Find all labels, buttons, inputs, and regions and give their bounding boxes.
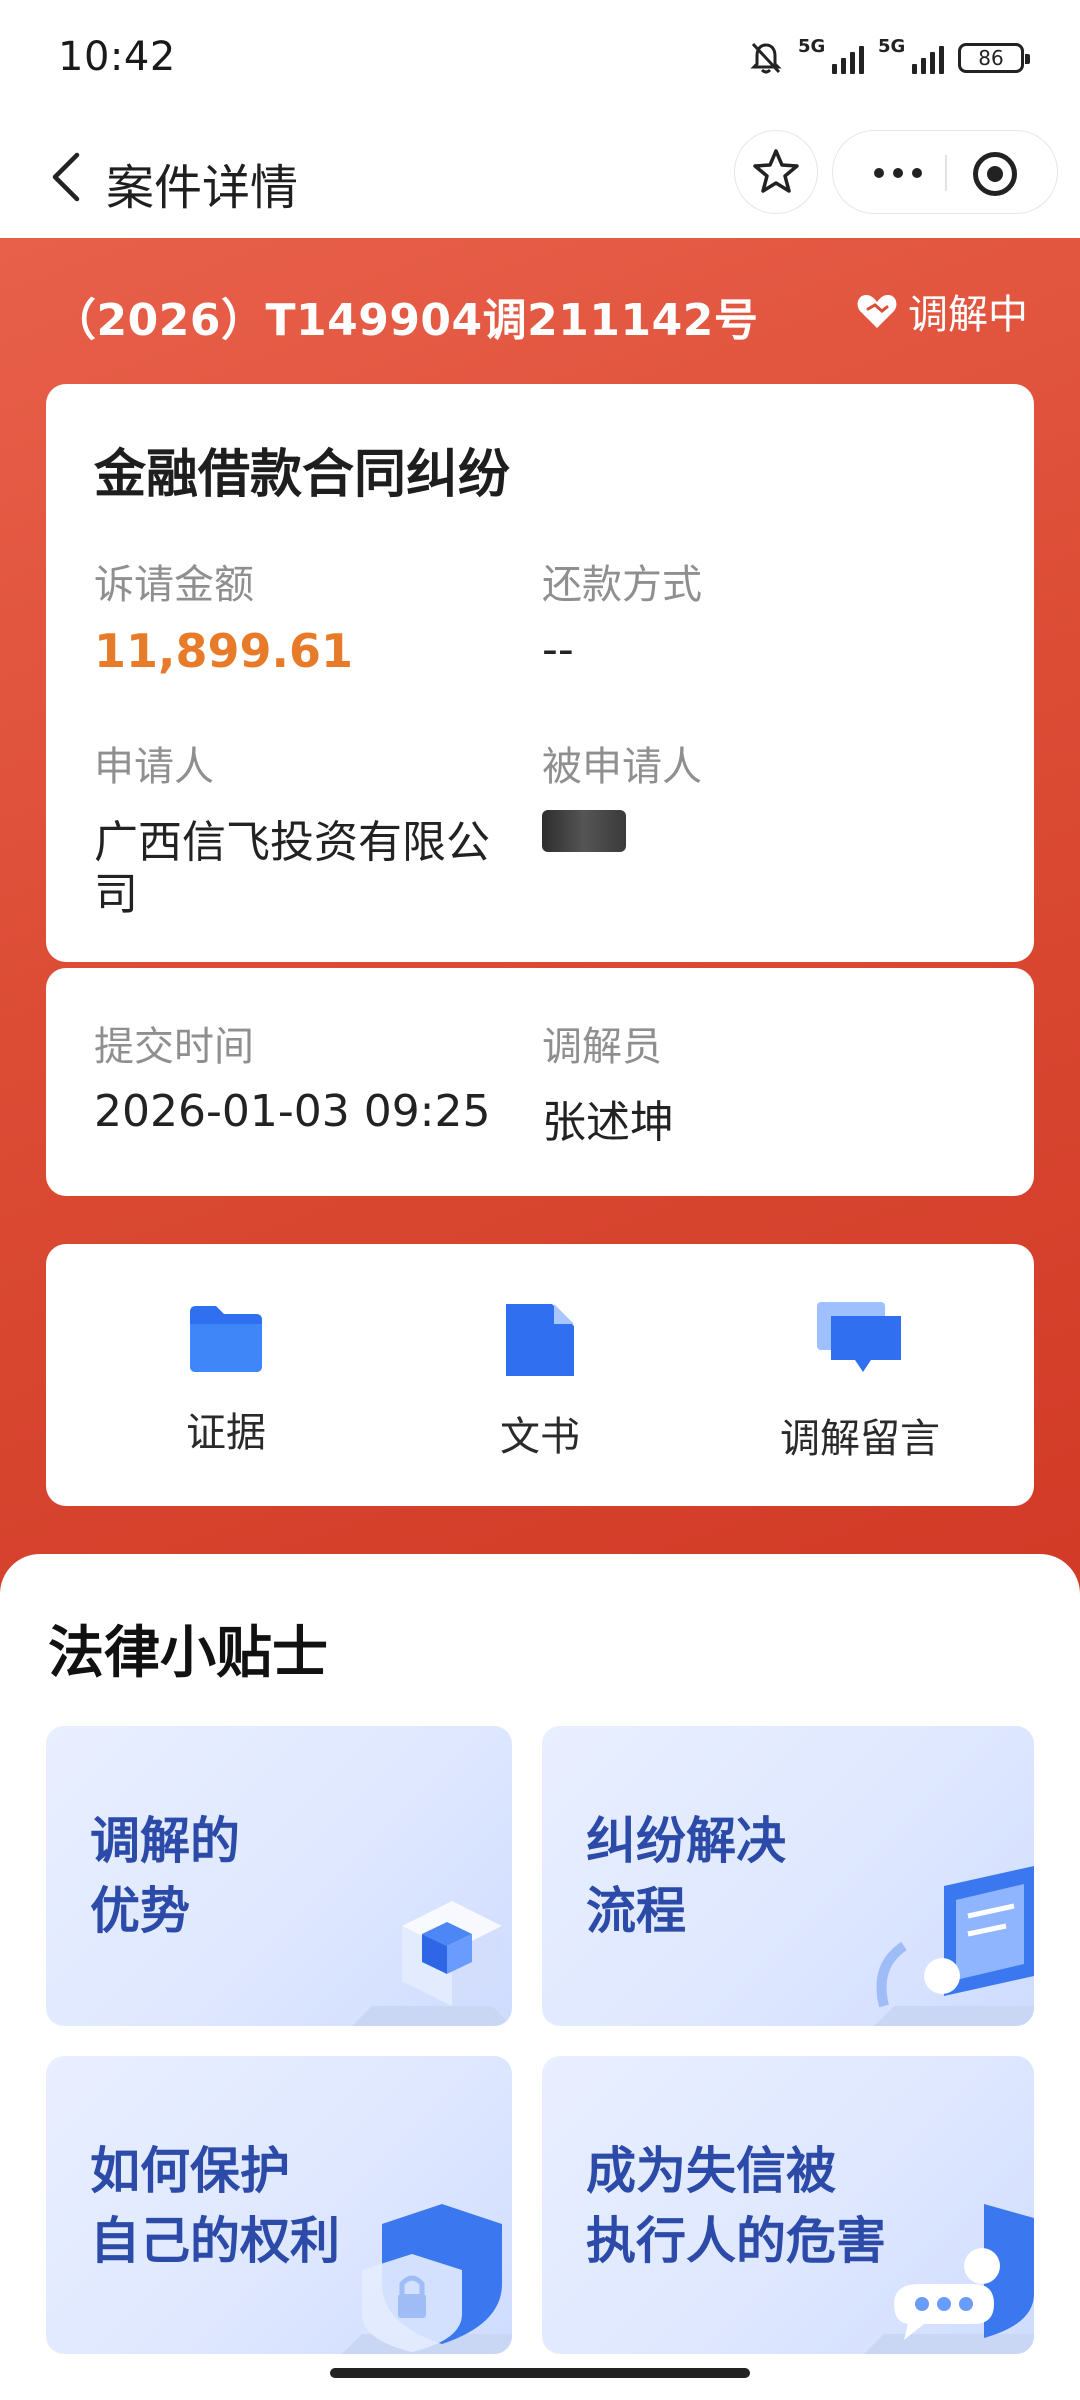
repayment-label: 还款方式 <box>542 562 702 608</box>
documents-label: 文书 <box>500 1414 580 1460</box>
star-icon <box>753 149 799 193</box>
case-title: 金融借款合同纠纷 <box>94 445 511 505</box>
applicant-label: 申请人 <box>94 744 214 790</box>
tip-2-line1: 纠纷解决 <box>586 1811 786 1870</box>
shield-chat-illustration-icon <box>864 2204 1034 2354</box>
home-indicator[interactable] <box>330 2368 750 2378</box>
respondent-redacted <box>542 810 626 852</box>
submit-time-label: 提交时间 <box>94 1024 254 1070</box>
status-icons: 5G 5G 86 <box>748 36 1030 80</box>
repayment-value: -- <box>542 624 574 675</box>
mediator-value: 张述坤 <box>542 1097 674 1148</box>
message-icon <box>817 1302 901 1372</box>
back-button[interactable] <box>32 142 102 212</box>
tip-4-line2: 执行人的危害 <box>586 2211 886 2270</box>
mute-bell-icon <box>750 42 782 74</box>
actions-card: 证据 文书 调解留言 <box>46 1244 1034 1506</box>
signal-2-icon: 5G <box>878 36 944 74</box>
submission-card: 提交时间 2026-01-03 09:25 调解员 张述坤 <box>46 968 1034 1196</box>
respondent-label: 被申请人 <box>542 744 702 790</box>
signal-1-icon: 5G <box>798 36 864 74</box>
tip-1-line1: 调解的 <box>90 1811 240 1870</box>
target-icon[interactable] <box>973 152 1017 196</box>
legal-tips-section: 法律小贴士 调解的 优势 纠纷解决 流程 如何保护 自己的权利 成为失信被 执行… <box>0 1554 1080 2400</box>
battery-level: 86 <box>978 46 1004 70</box>
page-title: 案件详情 <box>106 160 299 216</box>
tip-1-line2: 优势 <box>90 1881 190 1940</box>
capsule-divider <box>945 155 947 191</box>
status-text: 调解中 <box>908 292 1028 338</box>
tip-2-line2: 流程 <box>586 1881 686 1940</box>
tip-card-dishonest-harm[interactable]: 成为失信被 执行人的危害 <box>542 2056 1034 2354</box>
submit-time-value: 2026-01-03 09:25 <box>94 1086 491 1137</box>
case-number: （2026）T149904调211142号 <box>52 295 759 346</box>
claim-amount-value: 11,899.61 <box>94 624 353 678</box>
case-header: （2026）T149904调211142号 调解中 金融借款合同纠纷 诉请金额 … <box>0 238 1080 1618</box>
cube-illustration-icon <box>352 1901 512 2026</box>
tip-3-line1: 如何保护 <box>90 2141 290 2200</box>
document-icon <box>506 1304 574 1376</box>
mini-program-capsule <box>832 130 1058 214</box>
claim-amount-label: 诉请金额 <box>94 562 254 608</box>
nav-bar: 案件详情 <box>0 118 1080 238</box>
heart-handshake-icon <box>857 295 897 328</box>
monitor-illustration-icon <box>874 1866 1034 2026</box>
chevron-left-icon <box>52 152 80 202</box>
mediation-message-button[interactable]: 调解留言 <box>730 1300 990 1464</box>
status-time: 10:42 <box>58 34 176 80</box>
tip-4-line1: 成为失信被 <box>586 2141 836 2200</box>
applicant-name-line2: 司 <box>94 869 138 920</box>
tip-card-mediation-advantages[interactable]: 调解的 优势 <box>46 1726 512 2026</box>
documents-button[interactable]: 文书 <box>410 1300 670 1462</box>
more-dots-icon[interactable] <box>853 131 943 215</box>
case-info-card: 金融借款合同纠纷 诉请金额 11,899.61 还款方式 -- 申请人 广西信飞… <box>46 384 1034 962</box>
shield-lock-illustration-icon <box>342 2204 512 2354</box>
evidence-label: 证据 <box>186 1410 266 1456</box>
status-bar: 10:42 5G 5G 86 <box>0 0 1080 118</box>
battery-icon: 86 <box>958 43 1030 73</box>
mediation-message-label: 调解留言 <box>780 1416 940 1462</box>
tip-3-line2: 自己的权利 <box>90 2211 340 2270</box>
status-badge: 调解中 <box>856 282 1028 340</box>
evidence-button[interactable]: 证据 <box>96 1300 356 1458</box>
tips-title: 法律小贴士 <box>48 1621 328 1686</box>
tip-card-dispute-process[interactable]: 纠纷解决 流程 <box>542 1726 1034 2026</box>
applicant-name-line1: 广西信飞投资有限公 <box>94 817 490 868</box>
tip-card-protect-rights[interactable]: 如何保护 自己的权利 <box>46 2056 512 2354</box>
mediator-label: 调解员 <box>542 1024 662 1070</box>
folder-icon <box>190 1306 262 1372</box>
favorite-button[interactable] <box>734 130 818 214</box>
